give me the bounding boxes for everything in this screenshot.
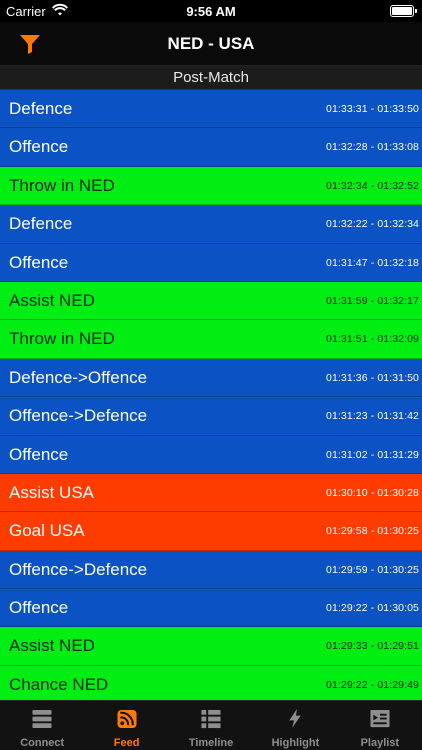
feed-row[interactable]: Defence 01:32:22 - 01:32:34	[0, 205, 422, 244]
tab-playlist[interactable]: Playlist	[338, 701, 422, 750]
event-time-range: 01:29:22 - 01:30:05	[326, 602, 419, 615]
event-label: Offence	[9, 444, 69, 464]
event-time-range: 01:31:23 - 01:31:42	[326, 410, 419, 423]
event-time-range: 01:29:22 - 01:29:49	[326, 678, 419, 691]
feed-row[interactable]: Defence->Offence 01:31:36 - 01:31:50	[0, 358, 422, 398]
event-time-range: 01:29:59 - 01:30:25	[326, 563, 419, 576]
feed-row[interactable]: Offence 01:32:28 - 01:33:08	[0, 128, 422, 167]
event-label: Defence	[9, 214, 73, 234]
event-label: Throw in NED	[9, 329, 115, 349]
feed-row[interactable]: Offence->Defence 01:29:59 - 01:30:25	[0, 550, 422, 590]
event-label: Offence	[9, 252, 69, 272]
feed-row[interactable]: Offence 01:29:22 - 01:30:05	[0, 589, 422, 628]
tab-label: Timeline	[188, 737, 234, 749]
tab-highlight[interactable]: Highlight	[253, 701, 337, 750]
tab-feed[interactable]: Feed	[84, 701, 168, 750]
event-time-range: 01:31:36 - 01:31:50	[326, 371, 419, 384]
status-bar: Carrier 9:56 AM	[0, 0, 422, 22]
feed-row[interactable]: Defence 01:33:31 - 01:33:50	[0, 90, 422, 129]
event-label: Throw in NED	[9, 175, 115, 195]
event-feed[interactable]: Defence 01:33:31 - 01:33:50 Offence 01:32:2…	[0, 90, 422, 700]
tab-connect[interactable]: Connect	[0, 701, 84, 750]
event-label: Defence->Offence	[9, 367, 148, 387]
feed-row[interactable]: Goal USA 01:29:58 - 01:30:25	[0, 512, 422, 551]
event-label: Chance NED	[9, 674, 109, 694]
feed-row[interactable]: Throw in NED 01:32:34 - 01:32:52	[0, 166, 422, 206]
event-time-range: 01:31:59 - 01:32:17	[326, 294, 419, 307]
event-time-range: 01:31:51 - 01:32:09	[326, 333, 419, 346]
battery-icon	[390, 5, 417, 17]
event-time-range: 01:32:22 - 01:32:34	[326, 218, 419, 231]
tab-label: Feed	[113, 737, 140, 749]
event-time-range: 01:31:47 - 01:32:18	[326, 256, 419, 269]
event-label: Goal USA	[9, 521, 85, 541]
rss-icon	[117, 709, 137, 729]
feed-row[interactable]: Assist USA 01:30:10 - 01:30:28	[0, 473, 422, 513]
feed-row[interactable]: Throw in NED 01:31:51 - 01:32:09	[0, 320, 422, 359]
feed-row[interactable]: Offence 01:31:02 - 01:31:29	[0, 435, 422, 474]
feed-row[interactable]: Assist NED 01:31:59 - 01:32:17	[0, 281, 422, 321]
tab-label: Playlist	[360, 737, 400, 749]
bolt-icon	[289, 709, 302, 729]
playlist-icon	[370, 709, 390, 728]
event-label: Offence	[9, 598, 69, 618]
event-time-range: 01:29:58 - 01:30:25	[326, 525, 419, 538]
event-time-range: 01:30:10 - 01:30:28	[326, 486, 419, 499]
feed-row[interactable]: Offence->Defence 01:31:23 - 01:31:42	[0, 397, 422, 436]
event-label: Offence->Defence	[9, 406, 148, 426]
event-label: Assist NED	[9, 636, 95, 656]
feed-row[interactable]: Assist NED 01:29:33 - 01:29:51	[0, 627, 422, 666]
tab-bar: Connect Feed Timeline Highlight Playlist	[0, 700, 422, 750]
tab-label: Connect	[20, 737, 65, 749]
event-time-range: 01:29:33 - 01:29:51	[326, 640, 419, 653]
event-time-range: 01:33:31 - 01:33:50	[326, 103, 419, 115]
event-time-range: 01:32:34 - 01:32:52	[326, 179, 419, 192]
page-title: NED - USA	[167, 34, 255, 53]
event-label: Offence->Defence	[9, 559, 148, 579]
server-icon	[32, 709, 52, 729]
list-icon	[201, 709, 221, 729]
feed-row[interactable]: Chance NED 01:29:22 - 01:29:49	[0, 665, 422, 700]
event-label: Assist USA	[9, 482, 95, 502]
event-label: Offence	[9, 137, 69, 157]
tab-label: Highlight	[271, 737, 320, 749]
event-label: Defence	[9, 99, 73, 118]
clock: 9:56 AM	[186, 4, 236, 19]
event-time-range: 01:32:28 - 01:33:08	[326, 141, 419, 154]
event-label: Assist NED	[9, 290, 95, 310]
tab-timeline[interactable]: Timeline	[169, 701, 253, 750]
feed-row[interactable]: Offence 01:31:47 - 01:32:18	[0, 243, 422, 282]
section-header: Post-Match	[0, 66, 422, 90]
navigation-bar: NED - USA	[0, 22, 422, 66]
event-time-range: 01:31:02 - 01:31:29	[326, 448, 419, 461]
